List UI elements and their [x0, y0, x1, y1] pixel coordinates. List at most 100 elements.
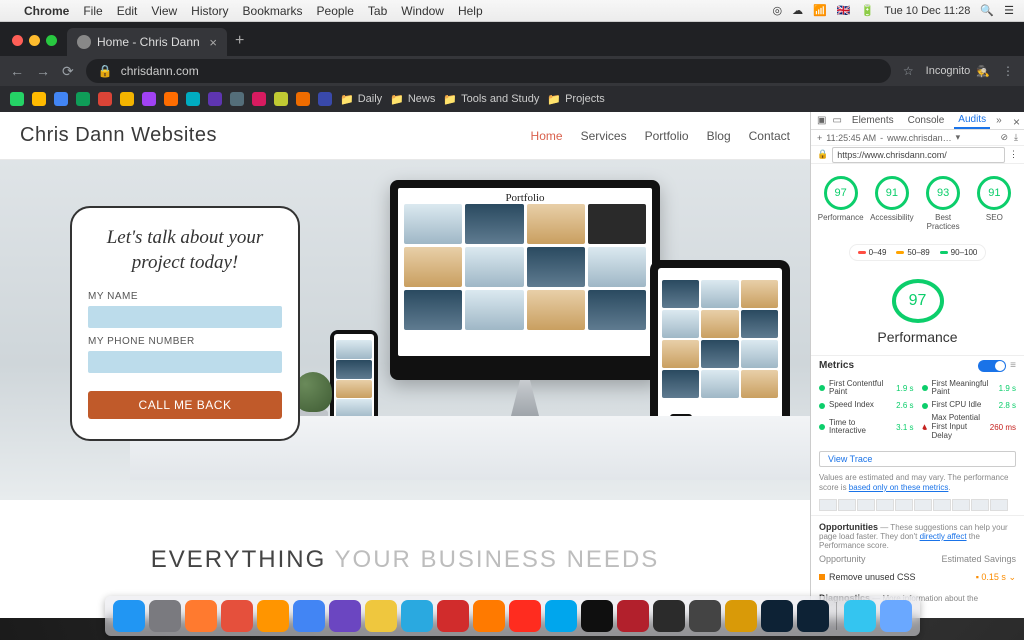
bookmark-icon[interactable] [32, 92, 46, 106]
metrics-toggle[interactable] [978, 360, 1006, 372]
dock-app-icon[interactable] [545, 600, 577, 632]
dock-app-icon[interactable] [293, 600, 325, 632]
nav-contact[interactable]: Contact [749, 129, 790, 143]
bookmark-icon[interactable] [54, 92, 68, 106]
dock-app-icon[interactable] [725, 600, 757, 632]
kebab-menu-icon[interactable]: ⋮ [1002, 64, 1014, 78]
dock-app-icon[interactable] [653, 600, 685, 632]
bookmark-icon[interactable] [186, 92, 200, 106]
bookmark-icon[interactable] [274, 92, 288, 106]
gauge-best-practices[interactable]: 93Best Practices [921, 176, 965, 232]
dock-app-icon[interactable] [880, 600, 912, 632]
menu-bookmarks[interactable]: Bookmarks [243, 4, 303, 18]
dock-app-icon[interactable] [581, 600, 613, 632]
minimize-window[interactable] [29, 35, 40, 46]
bookmark-icon[interactable] [76, 92, 90, 106]
nav-blog[interactable]: Blog [707, 129, 731, 143]
menu-file[interactable]: File [83, 4, 102, 18]
dock-app-icon[interactable] [113, 600, 145, 632]
download-icon[interactable]: ⤓ [1014, 132, 1018, 143]
forward-button[interactable]: → [36, 63, 50, 79]
dock-app-icon[interactable] [617, 600, 649, 632]
call-me-back-button[interactable]: CALL ME BACK [88, 391, 282, 419]
wifi-icon[interactable]: 📶 [813, 4, 827, 17]
dock-app-icon[interactable] [221, 600, 253, 632]
dock-app-icon[interactable] [257, 600, 289, 632]
bookmark-icon[interactable] [296, 92, 310, 106]
nav-home[interactable]: Home [531, 129, 563, 143]
menu-history[interactable]: History [191, 4, 228, 18]
app-menu[interactable]: Chrome [24, 4, 69, 18]
menu-help[interactable]: Help [458, 4, 483, 18]
new-audit-icon[interactable]: + [817, 133, 822, 143]
dock-app-icon[interactable] [761, 600, 793, 632]
list-icon[interactable]: ≡ [1010, 360, 1016, 371]
clock[interactable]: Tue 10 Dec 11:28 [884, 5, 970, 17]
bookmark-icon[interactable] [252, 92, 266, 106]
devtools-tab-elements[interactable]: Elements [848, 113, 898, 128]
gauge-performance[interactable]: 97Performance [819, 176, 863, 232]
dock-app-icon[interactable] [844, 600, 876, 632]
close-window[interactable] [12, 35, 23, 46]
gauge-accessibility[interactable]: 91Accessibility [870, 176, 914, 232]
menu-edit[interactable]: Edit [117, 4, 138, 18]
opportunity-row[interactable]: Remove unused CSS▪ 0.15 s ⌄ [819, 568, 1016, 587]
dock-app-icon[interactable] [437, 600, 469, 632]
site-logo[interactable]: Chris Dann Websites [20, 124, 217, 147]
dock-app-icon[interactable] [185, 600, 217, 632]
gauge-seo[interactable]: 91SEO [972, 176, 1016, 232]
menu-tab[interactable]: Tab [368, 4, 387, 18]
status-icon[interactable]: ◎ [772, 4, 782, 17]
dock-app-icon[interactable] [689, 600, 721, 632]
inspect-icon[interactable]: ▣ [817, 115, 826, 126]
status-icon[interactable]: ☁ [792, 4, 803, 17]
more-tabs-icon[interactable]: » [996, 115, 1002, 126]
devtools-tab-console[interactable]: Console [904, 113, 949, 128]
menu-view[interactable]: View [151, 4, 177, 18]
dock-app-icon[interactable] [401, 600, 433, 632]
nav-services[interactable]: Services [581, 129, 627, 143]
dock-app-icon[interactable] [509, 600, 541, 632]
back-button[interactable]: ← [10, 63, 24, 79]
menu-people[interactable]: People [317, 4, 354, 18]
chevron-down-icon[interactable]: ▾ [956, 132, 961, 143]
view-trace-button[interactable]: View Trace [819, 451, 1016, 467]
new-tab-button[interactable]: + [235, 32, 244, 50]
dock-app-icon[interactable] [329, 600, 361, 632]
dock-app-icon[interactable] [473, 600, 505, 632]
audit-url[interactable]: https://www.chrisdann.com/ [832, 147, 1005, 163]
bookmark-icon[interactable] [98, 92, 112, 106]
flag-icon[interactable]: 🇬🇧 [837, 4, 851, 17]
bookmark-icon[interactable] [164, 92, 178, 106]
close-tab-icon[interactable]: × [209, 35, 217, 50]
name-input[interactable] [88, 306, 282, 328]
bookmark-folder[interactable]: 📁Projects [547, 93, 604, 106]
bookmark-folder[interactable]: 📁Daily [340, 93, 382, 106]
menu-icon[interactable]: ☰ [1004, 4, 1014, 17]
bookmark-icon[interactable] [230, 92, 244, 106]
incognito-indicator[interactable]: Incognito 🕵️ [926, 65, 990, 78]
device-icon[interactable]: ▭ [832, 115, 841, 126]
link[interactable]: directly affect [920, 532, 967, 541]
metrics-note-link[interactable]: based only on these metrics [849, 483, 949, 492]
star-icon[interactable]: ☆ [903, 64, 914, 78]
clear-icon[interactable]: ⊘ [1000, 132, 1008, 143]
bookmark-icon[interactable] [120, 92, 134, 106]
bookmark-folder[interactable]: 📁Tools and Study [443, 93, 539, 106]
maximize-window[interactable] [46, 35, 57, 46]
filmstrip[interactable] [811, 493, 1024, 515]
battery-icon[interactable]: 🔋 [860, 4, 874, 17]
kebab-icon[interactable]: ⋮ [1009, 149, 1018, 160]
dock-app-icon[interactable] [365, 600, 397, 632]
omnibox[interactable]: 🔒 chrisdann.com [86, 59, 891, 83]
browser-tab[interactable]: Home - Chris Dann × [67, 28, 227, 56]
reload-button[interactable]: ⟳ [62, 63, 74, 80]
dock-app-icon[interactable] [149, 600, 181, 632]
devtools-tab-audits[interactable]: Audits [954, 112, 990, 129]
bookmark-icon[interactable] [318, 92, 332, 106]
nav-portfolio[interactable]: Portfolio [645, 129, 689, 143]
search-icon[interactable]: 🔍 [980, 4, 994, 17]
devtools-close-icon[interactable]: × [1013, 115, 1020, 129]
phone-input[interactable] [88, 351, 282, 373]
bookmark-icon[interactable] [208, 92, 222, 106]
